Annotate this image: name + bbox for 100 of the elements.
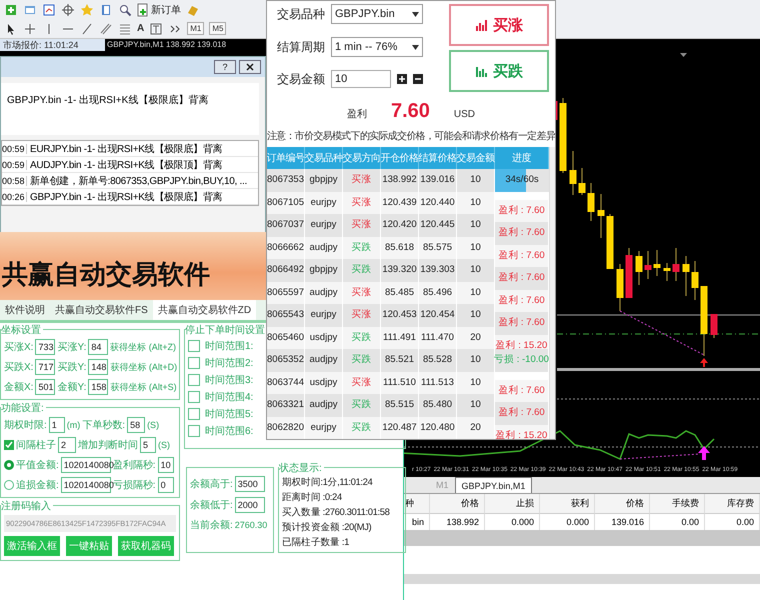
input-field[interactable]: 733 bbox=[35, 339, 56, 355]
input-field[interactable]: 2000 bbox=[234, 497, 265, 513]
field-label: 余额低于: bbox=[190, 498, 233, 512]
crosshair-icon[interactable] bbox=[23, 22, 37, 36]
label-icon[interactable] bbox=[149, 22, 164, 36]
input-field[interactable]: 1 bbox=[48, 417, 65, 433]
input-field[interactable]: 148 bbox=[88, 359, 108, 375]
fibonacci-icon[interactable] bbox=[118, 22, 132, 36]
table-cell: eurjpy bbox=[305, 192, 343, 214]
input-field[interactable]: 84 bbox=[88, 339, 108, 355]
direction-cell: 买跌 bbox=[343, 394, 381, 416]
candlestick bbox=[626, 248, 632, 298]
help-button[interactable]: ? bbox=[214, 60, 236, 74]
horizontal-scrollbar[interactable] bbox=[404, 574, 760, 584]
table-cell: 8067105 bbox=[267, 192, 305, 214]
tab[interactable]: 共赢自动交易软件FS bbox=[50, 300, 153, 320]
table-cell: 8067353 bbox=[267, 169, 305, 192]
plus-icon[interactable] bbox=[397, 74, 407, 84]
input-field[interactable]: 0 bbox=[158, 477, 174, 493]
candlestick bbox=[644, 250, 652, 280]
table-cell: audjpy bbox=[305, 282, 343, 304]
checkbox[interactable] bbox=[188, 357, 200, 369]
field-label: 追损金额: bbox=[16, 478, 59, 492]
input-field[interactable]: 5 bbox=[140, 437, 156, 453]
star-icon[interactable] bbox=[80, 2, 94, 16]
column-header: 价格 bbox=[595, 494, 650, 514]
table-cell: 10 bbox=[457, 192, 495, 214]
field-label: 买跌Y: bbox=[57, 360, 86, 374]
candlestick bbox=[682, 256, 690, 296]
input-field[interactable]: 58 bbox=[127, 417, 146, 433]
crosshair-icon[interactable] bbox=[61, 2, 75, 16]
table-cell: 8062820 bbox=[267, 416, 305, 439]
checkbox[interactable] bbox=[188, 408, 200, 420]
timeframe-button[interactable]: M1 bbox=[187, 22, 204, 35]
table-cell: usdjpy bbox=[305, 372, 343, 394]
trendline-icon[interactable] bbox=[80, 22, 94, 36]
tab[interactable]: 软件说明 bbox=[0, 300, 50, 320]
status-text: 预计投资金额 :20(MJ) bbox=[282, 522, 372, 533]
tab[interactable]: 共赢自动交易软件ZD bbox=[152, 300, 256, 320]
field-label: (m) bbox=[66, 420, 80, 430]
candlestick bbox=[672, 248, 680, 282]
direction-cell: 买涨 bbox=[343, 372, 381, 394]
input-field[interactable]: 3500 bbox=[234, 476, 265, 492]
group-title: 状态显示: bbox=[279, 461, 324, 475]
table-cell: 8065543 bbox=[267, 304, 305, 326]
direction-cell: 买涨 bbox=[343, 169, 381, 192]
chart-icon[interactable] bbox=[42, 2, 56, 16]
new-order-button[interactable]: 新订单 bbox=[137, 2, 181, 16]
table-cell: gbpjpy bbox=[305, 259, 343, 282]
candlestick bbox=[664, 262, 670, 282]
radio-button[interactable] bbox=[4, 460, 14, 470]
result-cell: 盈利 : 7.60 bbox=[495, 267, 549, 290]
field-label: 金额X: bbox=[4, 380, 34, 394]
candlestick bbox=[578, 168, 586, 196]
table-cell: 139.303 bbox=[419, 259, 457, 282]
dropdown[interactable]: 1 min -- 76% bbox=[331, 37, 423, 57]
input-field[interactable]: 2 bbox=[58, 437, 76, 453]
log-message: 新单创建，新单号:8067353,GBPJPY.bin,BUY,10, ... bbox=[29, 174, 247, 188]
chart-tab[interactable]: GBPJPY.bin,M1 bbox=[454, 477, 532, 493]
magnifier-icon[interactable] bbox=[118, 2, 132, 16]
table-cell: 8066662 bbox=[267, 236, 305, 259]
dropdown[interactable]: GBPJPY.bin bbox=[331, 4, 423, 24]
amount-field[interactable]: 10 bbox=[331, 70, 391, 88]
scrollbar[interactable] bbox=[549, 147, 555, 439]
timeframe-button[interactable]: M5 bbox=[209, 22, 226, 35]
up-arrow-icon bbox=[700, 358, 708, 367]
candlestick bbox=[710, 314, 718, 338]
field-label: 买涨X: bbox=[4, 340, 34, 354]
checkbox[interactable] bbox=[188, 340, 200, 352]
field-label: 平值金额: bbox=[16, 458, 59, 472]
field-label: 金额Y: bbox=[57, 380, 86, 394]
close-icon[interactable] bbox=[246, 63, 254, 71]
field-label: 获得坐标 (Alt+Z) bbox=[110, 340, 176, 354]
channel-icon[interactable] bbox=[99, 22, 113, 36]
buy-up-button[interactable]: 买涨 bbox=[449, 4, 549, 46]
add-icon[interactable] bbox=[4, 2, 18, 16]
dropdown-icon[interactable] bbox=[412, 12, 419, 16]
result-cell: 盈利 : 7.60 bbox=[495, 312, 549, 334]
table-cell: eurjpy bbox=[305, 214, 343, 236]
candlestick bbox=[692, 260, 698, 300]
checkbox[interactable] bbox=[188, 391, 200, 403]
table-cell: 20 bbox=[457, 416, 495, 439]
input-field[interactable]: 158 bbox=[88, 379, 108, 395]
status-text: 期权时间:1分,11:01:24 bbox=[282, 477, 374, 488]
input-field[interactable]: 501 bbox=[35, 379, 56, 395]
checkbox[interactable] bbox=[4, 440, 14, 450]
table-cell: 10 bbox=[457, 169, 495, 192]
close-button[interactable] bbox=[239, 60, 261, 74]
candlestick bbox=[606, 214, 614, 270]
alert-message: GBPJPY.bin -1- 出现RSI+K线【极限底】背离 bbox=[1, 83, 259, 135]
minus-icon[interactable] bbox=[413, 74, 423, 84]
radio-button[interactable] bbox=[4, 480, 14, 490]
checkbox[interactable] bbox=[188, 374, 200, 386]
book-icon[interactable] bbox=[99, 2, 113, 16]
field-label: 时间范围2: bbox=[205, 356, 254, 370]
input-field[interactable]: 717 bbox=[35, 359, 56, 375]
table-cell: 120.420 bbox=[381, 214, 419, 236]
checkbox[interactable] bbox=[188, 425, 200, 437]
text-tool[interactable]: A bbox=[137, 23, 144, 34]
input-field[interactable]: 10 bbox=[158, 457, 174, 473]
